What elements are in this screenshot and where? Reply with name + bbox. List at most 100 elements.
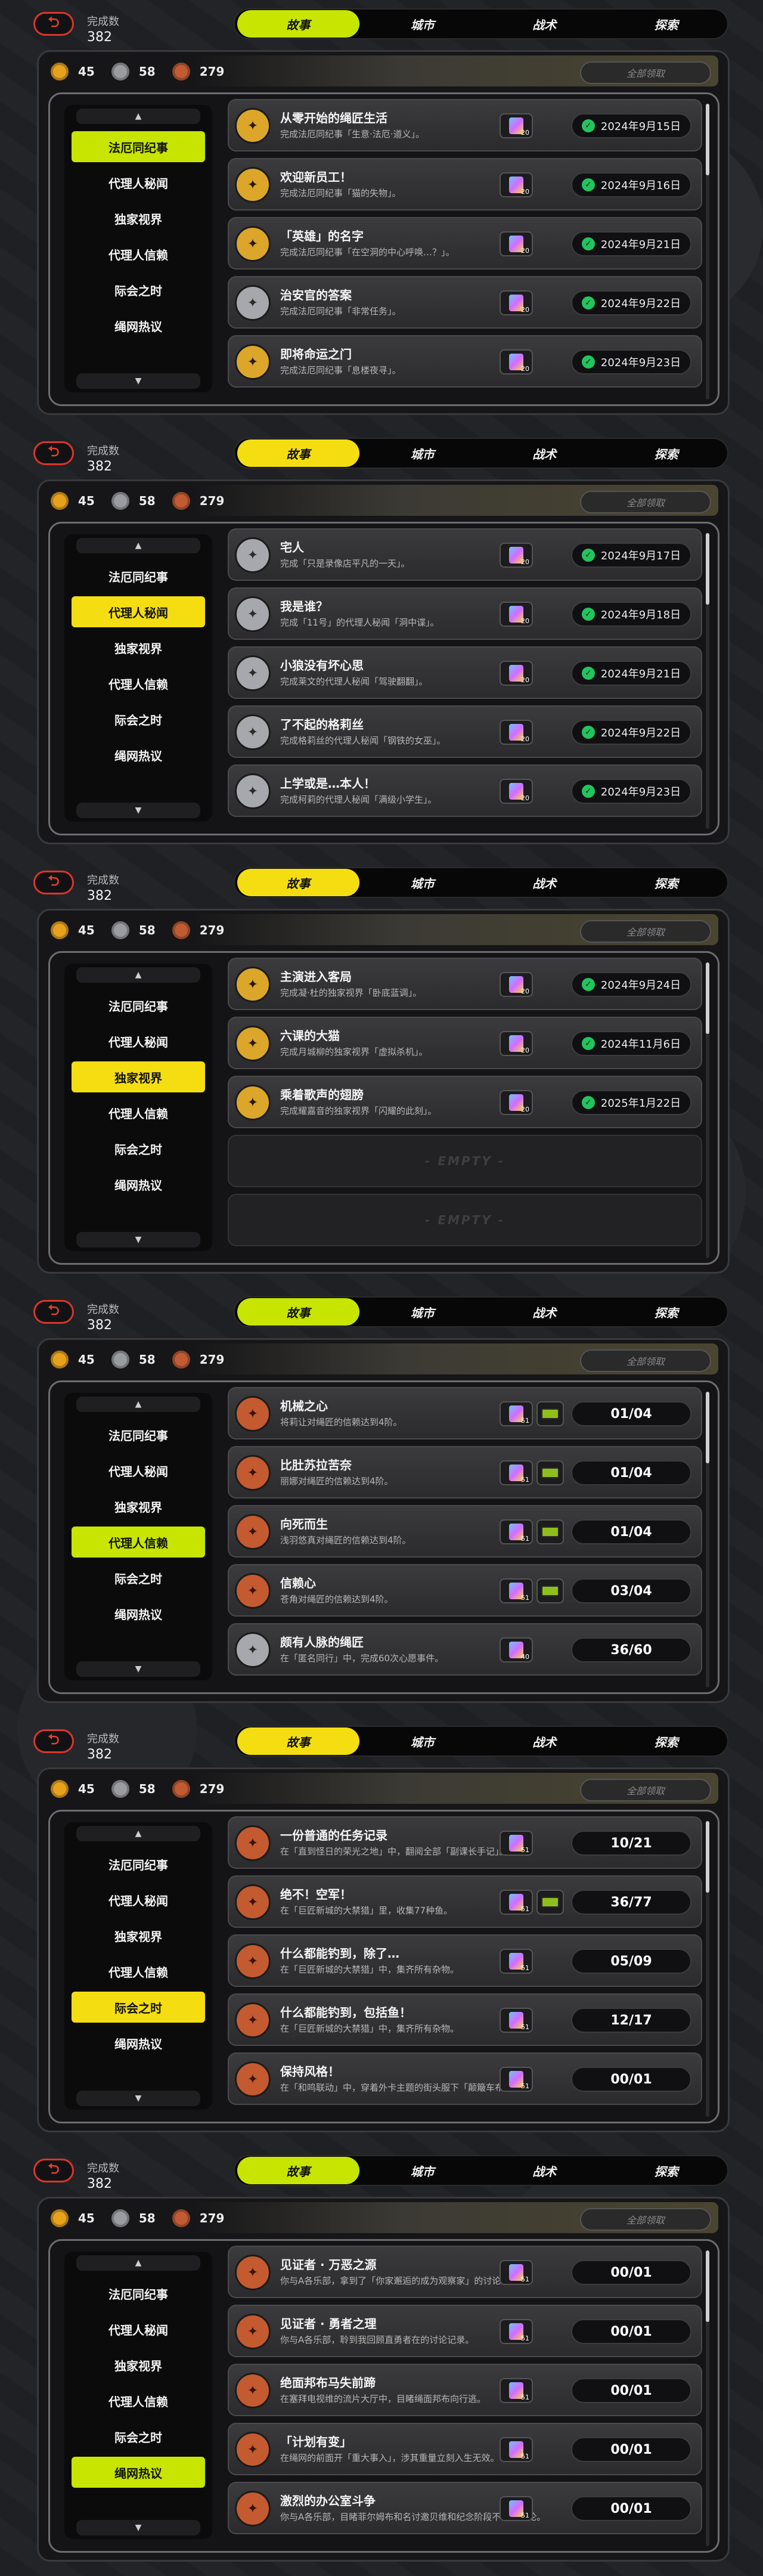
- scroll-down-icon[interactable]: ▼: [76, 373, 200, 389]
- reward-item[interactable]: 51: [500, 2437, 533, 2462]
- back-arrow-icon[interactable]: ⮌: [33, 2159, 74, 2182]
- sidebar-item-1[interactable]: 代理人秘闻: [72, 1884, 205, 1915]
- sidebar-item-0[interactable]: 法厄同纪事: [72, 1419, 205, 1450]
- tab-3[interactable]: 探索: [606, 1298, 728, 1326]
- achievement-row[interactable]: ✦ 上学或是…本人！ 完成柯莉的代理人秘闻「满级小学生」。 20 ✓ 2024年9月23日: [228, 764, 702, 817]
- sidebar-item-4[interactable]: 际会之时: [72, 1133, 205, 1164]
- tab-2[interactable]: 战术: [483, 869, 606, 896]
- back-arrow-icon[interactable]: ⮌: [33, 1729, 74, 1753]
- sidebar-item-0[interactable]: 法厄同纪事: [72, 561, 205, 592]
- tab-0[interactable]: 故事: [237, 1298, 359, 1326]
- tab-2[interactable]: 战术: [483, 1298, 606, 1326]
- achievement-row[interactable]: ✦ 信赖心 苍角对绳匠的信赖达到4阶。 51 03/04: [228, 1564, 702, 1617]
- tab-0[interactable]: 故事: [237, 1727, 359, 1755]
- reward-item[interactable]: 20: [500, 231, 533, 256]
- sidebar-item-2[interactable]: 独家视界: [72, 2349, 205, 2380]
- scroll-up-icon[interactable]: ▲: [76, 967, 200, 983]
- back-arrow-icon[interactable]: ⮌: [33, 1300, 74, 1324]
- scroll-up-icon[interactable]: ▲: [76, 1397, 200, 1412]
- achievement-row[interactable]: ✦ 见证者 · 勇者之理 你与A各乐部，聆到我回顾直勇者在的讨论记录。 51 00/01: [228, 2305, 702, 2357]
- scroll-down-icon[interactable]: ▼: [76, 1661, 200, 1677]
- reward-item[interactable]: 51: [500, 2067, 533, 2092]
- sidebar-item-5[interactable]: 绳网热议: [72, 1598, 205, 1629]
- reward-item[interactable]: 51: [500, 2496, 533, 2521]
- sidebar-item-1[interactable]: 代理人秘闻: [72, 2314, 205, 2345]
- sidebar-item-0[interactable]: 法厄同纪事: [72, 990, 205, 1021]
- achievement-row[interactable]: ✦ 我是谁？ 完成「11号」的代理人秘闻「洞中谍」。 20 ✓ 2024年9月18日: [228, 587, 702, 640]
- tab-3[interactable]: 探索: [606, 2157, 728, 2184]
- reward-item[interactable]: 20: [500, 1031, 533, 1056]
- tab-3[interactable]: 探索: [606, 10, 728, 38]
- reward-item[interactable]: 20: [500, 290, 533, 315]
- sidebar-item-2[interactable]: 独家视界: [72, 1061, 205, 1092]
- sidebar-item-1[interactable]: 代理人秘闻: [72, 1026, 205, 1057]
- back-arrow-icon[interactable]: ⮌: [33, 12, 74, 36]
- reward-item[interactable]: 20: [500, 349, 533, 374]
- achievement-row[interactable]: ✦ 见证者 · 万恶之源 你与A各乐部，拿到了「你家邂逅的成为观察家」的讨论。 51 0…: [228, 2246, 702, 2298]
- claim-all-button[interactable]: 全部领取: [580, 61, 711, 84]
- tab-3[interactable]: 探索: [606, 439, 728, 467]
- achievement-row[interactable]: ✦ 绝不！空军！ 在「巨匠新城的大禁猎」里，收集77种鱼。 51 36/77: [228, 1875, 702, 1928]
- sidebar-item-1[interactable]: 代理人秘闻: [72, 1455, 205, 1486]
- sidebar-item-3[interactable]: 代理人信赖: [72, 1527, 205, 1558]
- bonus-reward-item[interactable]: [536, 1460, 564, 1485]
- claim-all-button[interactable]: 全部领取: [580, 1349, 711, 1372]
- achievement-row[interactable]: ✦ 比肚苏拉苦奈 丽娜对绳匠的信赖达到4阶。 51 01/04: [228, 1446, 702, 1498]
- claim-all-button[interactable]: 全部领取: [580, 1779, 711, 1801]
- sidebar-item-3[interactable]: 代理人信赖: [72, 239, 205, 270]
- achievement-row[interactable]: ✦ 颇有人脉的绳匠 在「匿名同行」中，完成60次心愿事件。 40 36/60: [228, 1623, 702, 1676]
- reward-item[interactable]: 51: [500, 1890, 533, 1915]
- sidebar-item-4[interactable]: 际会之时: [72, 274, 205, 305]
- achievement-row[interactable]: ✦ 六课的大猫 完成月城柳的独家视界「虚拟杀机」。 20 ✓ 2024年11月6日: [228, 1017, 702, 1069]
- sidebar-item-5[interactable]: 绳网热议: [72, 739, 205, 770]
- sidebar-item-1[interactable]: 代理人秘闻: [72, 596, 205, 627]
- claim-all-button[interactable]: 全部领取: [580, 920, 711, 943]
- reward-item[interactable]: 51: [500, 2260, 533, 2285]
- reward-item[interactable]: 51: [500, 1519, 533, 1544]
- achievement-row[interactable]: ✦ 主演进入客局 完成凝·杜的独家视界「卧底蓝调」。 20 ✓ 2024年9月24日: [228, 958, 702, 1010]
- reward-item[interactable]: 20: [500, 720, 533, 745]
- achievement-row[interactable]: ✦ 保持风格！ 在「和鸣联动」中，穿着外卡主题的街头服下「颠簸车布」。 51 00/01: [228, 2052, 702, 2105]
- tab-1[interactable]: 城市: [362, 1298, 484, 1326]
- sidebar-item-2[interactable]: 独家视界: [72, 1920, 205, 1951]
- reward-item[interactable]: 20: [500, 779, 533, 804]
- achievement-row[interactable]: ✦ 什么都能钓到，除了… 在「巨匠新城的大禁猎」中，集齐所有杂物。 51 05/09: [228, 1934, 702, 1987]
- bonus-reward-item[interactable]: [536, 1890, 564, 1915]
- sidebar-item-4[interactable]: 际会之时: [72, 2421, 205, 2452]
- tab-0[interactable]: 故事: [237, 869, 359, 896]
- sidebar-item-0[interactable]: 法厄同纪事: [72, 131, 205, 162]
- tab-0[interactable]: 故事: [237, 2157, 359, 2184]
- scrollbar[interactable]: [706, 1821, 709, 2117]
- achievement-row[interactable]: ✦ 小狼没有坏心思 完成莱文的代理人秘闻「驾驶翻翻」。 20 ✓ 2024年9月21日: [228, 646, 702, 699]
- achievement-row[interactable]: ✦ 欢迎新员工！ 完成法厄同纪事「猫的失物」。 20 ✓ 2024年9月16日: [228, 158, 702, 210]
- tab-2[interactable]: 战术: [483, 439, 606, 467]
- scrollbar[interactable]: [706, 962, 709, 1258]
- sidebar-item-0[interactable]: 法厄同纪事: [72, 2278, 205, 2309]
- sidebar-item-5[interactable]: 绳网热议: [72, 1169, 205, 1200]
- reward-item[interactable]: 51: [500, 2319, 533, 2344]
- claim-all-button[interactable]: 全部领取: [580, 491, 711, 513]
- reward-item[interactable]: 51: [500, 2008, 533, 2033]
- reward-item[interactable]: 20: [500, 543, 533, 568]
- achievement-row[interactable]: ✦ 「计划有变」 在绳网的前面开「重大事入」，涉其重量立刻入生无效。 51 00/01: [228, 2423, 702, 2475]
- bonus-reward-item[interactable]: [536, 1578, 564, 1603]
- sidebar-item-4[interactable]: 际会之时: [72, 1562, 205, 1593]
- tab-2[interactable]: 战术: [483, 10, 606, 38]
- sidebar-item-5[interactable]: 绳网热议: [72, 2457, 205, 2488]
- claim-all-button[interactable]: 全部领取: [580, 2208, 711, 2231]
- achievement-row[interactable]: ✦ 即将命运之门 完成法厄同纪事「息楼夜寻」。 20 ✓ 2024年9月23日: [228, 335, 702, 388]
- scroll-up-icon[interactable]: ▲: [76, 2255, 200, 2271]
- scroll-down-icon[interactable]: ▼: [76, 2091, 200, 2106]
- achievement-row[interactable]: ✦ 从零开始的绳匠生活 完成法厄同纪事「生意·法厄·道义」。 20 ✓ 2024年9月15…: [228, 99, 702, 151]
- reward-item[interactable]: 51: [500, 1949, 533, 1974]
- sidebar-item-3[interactable]: 代理人信赖: [72, 668, 205, 699]
- reward-item[interactable]: 51: [500, 1578, 533, 1603]
- scrollbar-thumb[interactable]: [706, 2250, 709, 2322]
- achievement-row[interactable]: ✦ 绝面邦布马失前蹄 在塞拜电视维的流片大厅中，目睹绳面邦布向行逃。 51 00/01: [228, 2364, 702, 2416]
- reward-item[interactable]: 51: [500, 2378, 533, 2403]
- achievement-row[interactable]: ✦ 「英雄」的名字 完成法厄同纪事「在空洞的中心呼唤…？」。 20 ✓ 2024年9月21…: [228, 217, 702, 270]
- achievement-row[interactable]: ✦ 机械之心 将莉让对绳匠的信赖达到4阶。 51 01/04: [228, 1387, 702, 1439]
- achievement-row[interactable]: ✦ 向死而生 浅羽悠真对绳匠的信赖达到4阶。 51 01/04: [228, 1505, 702, 1558]
- sidebar-item-2[interactable]: 独家视界: [72, 203, 205, 234]
- scrollbar[interactable]: [706, 1392, 709, 1688]
